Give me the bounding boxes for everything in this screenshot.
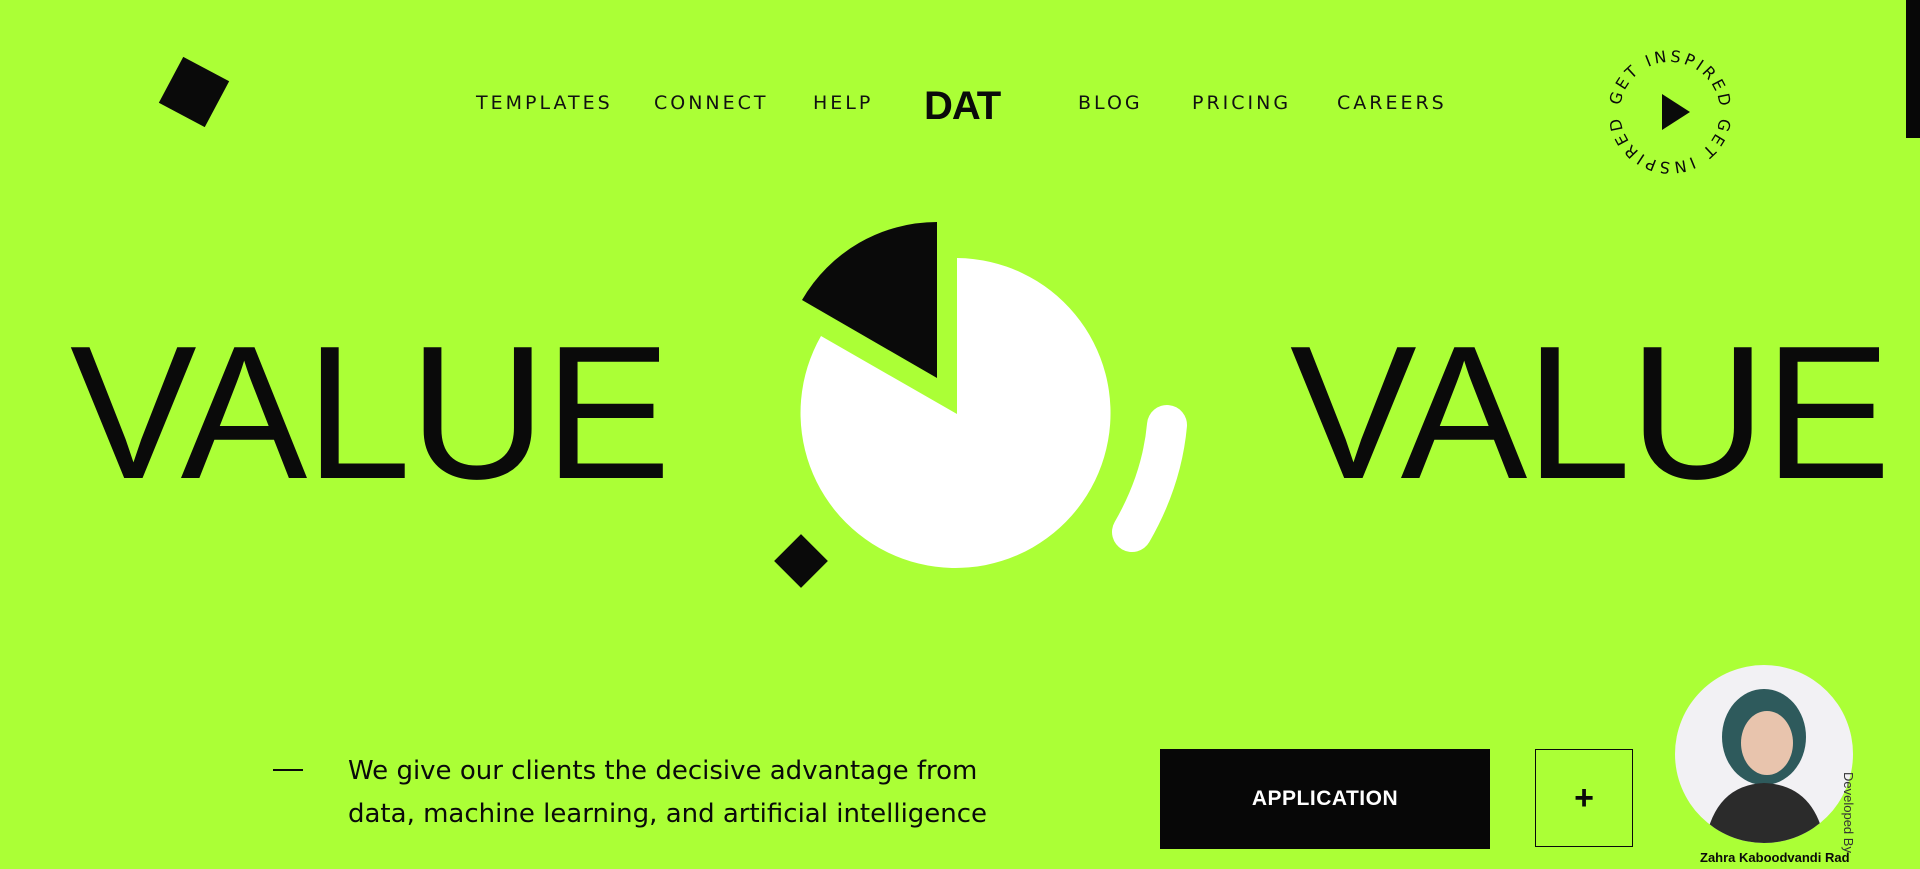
avatar-face [1741, 711, 1793, 775]
nav-item-pricing[interactable]: PRICING [1192, 92, 1291, 114]
scrollbar-thumb[interactable] [1906, 0, 1920, 138]
tagline-line-2: data, machine learning, and artificial i… [348, 799, 988, 829]
scrollbar[interactable] [1906, 0, 1920, 869]
decorative-square-bottom [774, 534, 828, 588]
nav-item-connect[interactable]: CONNECT [654, 92, 769, 114]
white-arc-stroke [1112, 405, 1187, 552]
hero-word-right: VALUE [1290, 307, 1891, 519]
tagline-line-1: We give our clients the decisive advanta… [348, 756, 978, 786]
hero-word-left: VALUE [70, 307, 671, 519]
nav-item-blog[interactable]: BLOG [1078, 92, 1143, 114]
developed-by-label: Developed By [1841, 772, 1856, 853]
play-icon [1662, 94, 1690, 130]
get-inspired-badge[interactable]: GET INSPIRED GET INSPIRED [1605, 44, 1735, 180]
logo[interactable]: DAT [924, 84, 1001, 129]
avatar-body [1705, 783, 1825, 843]
application-button[interactable]: APPLICATION [1160, 749, 1490, 849]
tagline: We give our clients the decisive advanta… [348, 750, 988, 836]
nav-item-careers[interactable]: CAREERS [1337, 92, 1447, 114]
nav-item-templates[interactable]: TEMPLATES [476, 92, 613, 114]
developer-name: Zahra Kaboodvandi Rad [1700, 850, 1850, 865]
tagline-dash [273, 769, 303, 771]
plus-button[interactable]: + [1535, 749, 1633, 847]
developer-avatar[interactable] [1675, 665, 1853, 843]
nav-item-help[interactable]: HELP [813, 92, 873, 114]
pie-chart-graphic [774, 222, 1187, 588]
